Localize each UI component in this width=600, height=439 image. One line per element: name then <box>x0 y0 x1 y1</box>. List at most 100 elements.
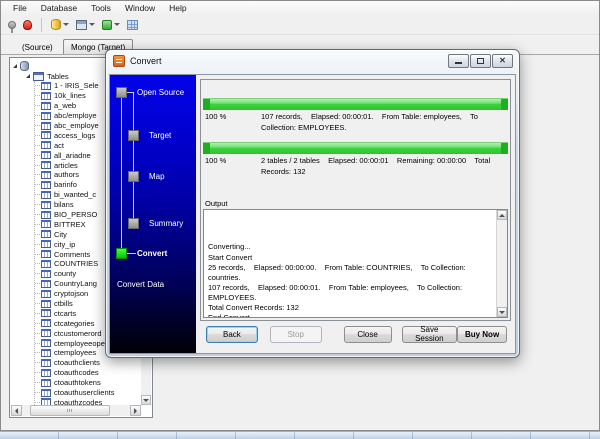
table-icon <box>41 309 51 317</box>
step-target[interactable]: Target <box>149 131 171 140</box>
chevron-down-icon[interactable] <box>89 23 95 26</box>
output-scrollbar[interactable] <box>496 210 507 317</box>
scroll-up-button[interactable] <box>497 210 507 220</box>
maximize-button[interactable] <box>470 54 491 68</box>
table-icon <box>41 112 51 120</box>
tree-item-label: all_ariadne <box>54 151 91 160</box>
chevron-down-icon[interactable] <box>63 23 69 26</box>
tree-item-label: authors <box>54 170 79 179</box>
wizard-steps-panel: Open Source Target Map Summary Convert C… <box>110 75 196 353</box>
close-button[interactable]: ✕ <box>492 54 513 68</box>
tree-item-label: 10k_lines <box>54 91 86 100</box>
connect-icon <box>8 21 16 29</box>
step-open-source[interactable]: Open Source <box>137 88 184 97</box>
table-icon <box>41 161 51 169</box>
scroll-right-button[interactable] <box>130 405 141 416</box>
buy-now-button[interactable]: Buy Now <box>457 326 507 343</box>
step-convert[interactable]: Convert <box>137 249 167 258</box>
tree-item-label: City <box>54 230 67 239</box>
tree-item-label: city_ip <box>54 240 75 249</box>
tree-item-label: ctcarts <box>54 309 76 318</box>
back-button[interactable]: Back <box>206 326 258 343</box>
output-line: End Convert <box>208 313 493 318</box>
menu-help[interactable]: Help <box>162 2 193 15</box>
query-window-icon <box>76 20 87 30</box>
connect-button[interactable] <box>6 20 18 30</box>
export-database-button[interactable] <box>49 18 71 31</box>
menu-database[interactable]: Database <box>34 2 84 15</box>
horizontal-scroll-thumb[interactable] <box>30 405 110 416</box>
convert-button[interactable] <box>100 19 122 31</box>
tree-item-label: 1 - IRIS_Sele <box>54 81 99 90</box>
output-label: Output <box>205 199 228 208</box>
disconnect-icon <box>23 20 32 30</box>
table-icon <box>41 339 51 347</box>
taskbar-strip <box>0 431 600 439</box>
total-progress-percent: 100 % <box>205 156 261 177</box>
tree-item-label: ctemployees <box>54 348 96 357</box>
table-icon <box>41 102 51 110</box>
tree-item[interactable]: ctoauthclients <box>35 358 141 368</box>
table-progress-percent: 100 % <box>205 112 261 133</box>
table-icon <box>41 211 51 219</box>
tree-item-label: BIO_PERSO <box>54 210 97 219</box>
menu-file[interactable]: File <box>6 2 34 15</box>
step-connector-line <box>133 92 134 224</box>
maximize-icon <box>477 58 484 64</box>
table-icon <box>41 82 51 90</box>
tree-item[interactable]: ctoauthuserclients <box>35 388 141 398</box>
tree-item-label: abc/employe <box>54 111 97 120</box>
tree-item-label: abc_employe <box>54 121 99 130</box>
table-icon <box>41 122 51 130</box>
tab-source[interactable]: (Source) <box>15 40 60 55</box>
disconnect-button[interactable] <box>21 19 34 31</box>
close-dialog-button[interactable]: Close <box>344 326 392 343</box>
chevron-down-icon[interactable] <box>114 23 120 26</box>
scroll-left-button[interactable] <box>11 405 22 416</box>
convert-dialog-icon <box>113 55 125 67</box>
caret-expanded-icon[interactable] <box>26 74 30 78</box>
save-session-button[interactable]: Save Session <box>402 326 458 343</box>
scroll-down-button[interactable] <box>141 395 151 405</box>
tree-item[interactable]: ctoauthcodes <box>35 368 141 378</box>
scroll-down-button[interactable] <box>497 307 507 317</box>
menu-tools[interactable]: Tools <box>84 2 118 15</box>
table-icon <box>41 250 51 258</box>
tree-item-label: ctoauthcodes <box>54 368 99 377</box>
table-icon <box>41 151 51 159</box>
step-map[interactable]: Map <box>149 172 165 181</box>
minimize-icon <box>455 62 462 64</box>
minimize-button[interactable] <box>448 54 469 68</box>
caret-expanded-icon[interactable] <box>13 64 17 68</box>
schema-grid-icon <box>127 20 138 30</box>
output-lines: Converting...Start Convert25 records, El… <box>208 212 493 318</box>
table-icon <box>41 131 51 139</box>
table-icon <box>41 191 51 199</box>
tree-item[interactable]: ctoauthtokens <box>35 378 141 388</box>
table-icon <box>41 349 51 357</box>
tree-item-label: bilans <box>54 200 74 209</box>
table-icon <box>41 379 51 387</box>
table-progress-bar <box>203 98 508 110</box>
schema-grid-button[interactable] <box>125 19 140 31</box>
tree-node-label: Tables <box>47 72 69 81</box>
tables-folder-icon <box>33 72 44 81</box>
step-summary[interactable]: Summary <box>149 219 183 228</box>
query-window-button[interactable] <box>74 19 97 31</box>
tree-item-label: BITTREX <box>54 220 86 229</box>
output-line: Converting... <box>208 242 493 252</box>
total-progress-bar <box>203 142 508 154</box>
convert-data-label: Convert Data <box>117 280 164 289</box>
dialog-titlebar[interactable]: Convert ✕ <box>106 50 519 71</box>
tree-item-label: CountryLang <box>54 279 97 288</box>
export-database-icon <box>51 19 61 30</box>
output-line: 25 records, Elapsed: 00:00:00. From Tabl… <box>208 263 493 283</box>
step-connector-line <box>121 98 122 248</box>
stop-button[interactable]: Stop <box>270 326 322 343</box>
menu-bar: File Database Tools Window Help <box>1 1 599 15</box>
table-progress-detail: 107 records, Elapsed: 00:00:01. From Tab… <box>261 112 506 133</box>
output-line: Total Convert Records: 132 <box>208 303 493 313</box>
tree-horizontal-scrollbar[interactable] <box>11 405 141 416</box>
tree-item[interactable]: ctoauthzcodes <box>35 398 141 406</box>
menu-window[interactable]: Window <box>118 2 162 15</box>
